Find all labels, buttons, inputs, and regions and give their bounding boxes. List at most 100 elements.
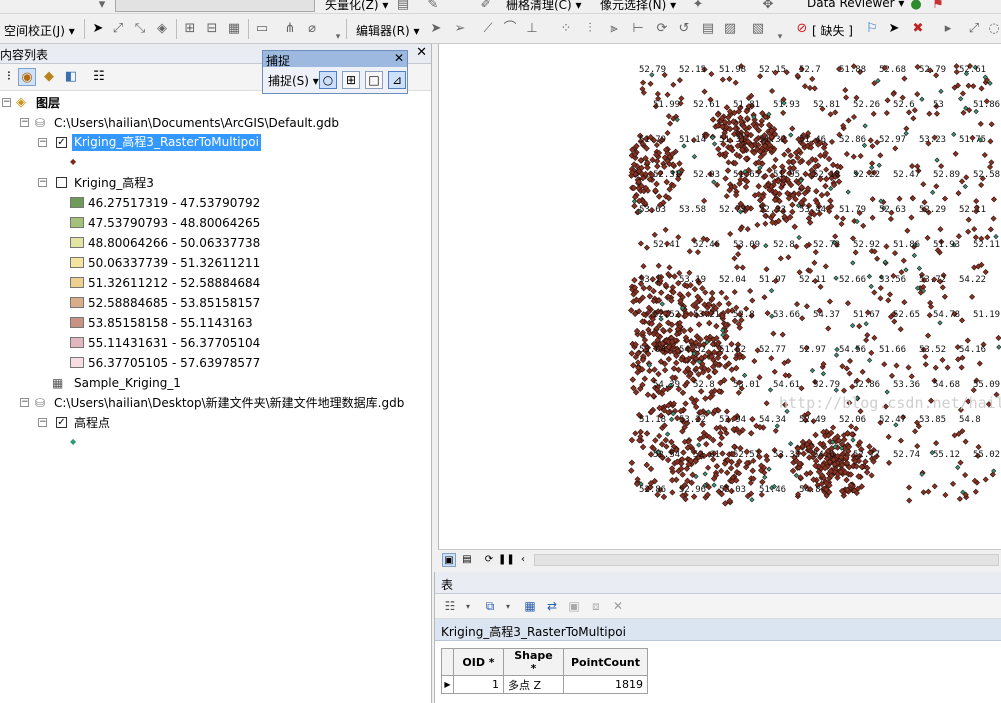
data-reviewer-menu[interactable]: Data Reviewer ▾ [807,0,904,10]
legend-class[interactable]: 50.06337739 - 51.32611211 [0,253,430,273]
copy-records-icon[interactable]: ⧈ [587,598,605,615]
table-icon[interactable]: ⊟ [204,21,220,37]
multi-link-icon[interactable]: ⤡ [132,21,148,37]
legend-class[interactable]: 56.37705105 - 57.63978577 [0,353,430,373]
pencil-icon[interactable]: ✎ [425,0,441,13]
legend-swatch[interactable] [70,197,84,208]
globe-icon[interactable]: ● [908,0,924,13]
attributes-icon[interactable]: ▤ [700,21,716,37]
straight-segment-icon[interactable]: ⟋ [480,21,496,37]
collapse-icon[interactable]: − [20,118,29,127]
layer-combo[interactable] [115,0,315,12]
layer-label[interactable]: 高程点 [74,413,110,433]
toolbar-overflow-icon[interactable]: ▾ [772,29,788,45]
legend-swatch[interactable] [70,277,84,288]
related-tables-icon[interactable]: ⧉ [481,598,499,615]
prohibited-icon[interactable]: ⊘ [794,21,810,37]
collapse-icon[interactable]: − [20,398,29,407]
snapping-menu[interactable]: 捕捉(S) ▾ [268,72,319,89]
gdb-desktop[interactable]: − ⛁ C:\Users\hailian\Desktop\新建文件夹\新建文件地… [0,393,430,413]
collapse-icon[interactable]: − [38,178,47,187]
layer-elevation-points[interactable]: − ✓ 高程点 [0,413,430,433]
undo-icon[interactable]: ↺ [676,21,692,37]
legend-swatch[interactable] [70,217,84,228]
legend-swatch[interactable] [70,257,84,268]
new-link-icon[interactable]: ⤢ [110,21,126,37]
gdb-default[interactable]: − ⛁ C:\Users\hailian\Documents\ArcGIS\De… [0,113,430,133]
collapse-icon[interactable]: − [38,418,47,427]
flag-icon[interactable]: ⚑ [930,0,946,13]
list-by-selection-icon[interactable]: ◧ [62,68,80,86]
map-horizontal-scrollbar[interactable] [534,554,999,566]
link-table-icon[interactable]: ▦ [226,21,242,37]
data-view-icon[interactable]: ▣ [442,553,456,567]
options-icon[interactable]: ☷ [90,68,108,86]
next-icon[interactable]: ▸ [940,21,956,37]
edge-match-icon[interactable]: ⋔ [282,21,298,37]
legend-class[interactable]: 52.58884685 - 53.85158157 [0,293,430,313]
list-by-drawing-order-icon[interactable]: ⁝ [0,68,18,86]
layer-label[interactable]: Kriging_高程3 [74,173,154,193]
attribute-transfer-icon[interactable]: ▭ [254,21,270,37]
refresh-icon[interactable]: ⟳ [482,553,496,567]
switch-selection-icon[interactable]: ⇄ [543,598,561,615]
close-icon[interactable]: ✕ [416,45,427,60]
legend-class[interactable]: 48.80064266 - 50.06337738 [0,233,430,253]
sketch-properties-icon[interactable]: ▨ [722,21,738,37]
legend-class[interactable]: 47.53790793 - 48.80064265 [0,213,430,233]
layer-visibility-checkbox[interactable]: ✓ [56,417,67,428]
map-display[interactable]: 52.79 52.15 51.98 52.15 52.7 51.88 52.68 52.79 5… [438,44,1001,549]
select-features-icon[interactable]: ➤ [886,21,902,37]
legend-class[interactable]: 55.11431631 - 56.37705104 [0,333,430,353]
layer-raster[interactable]: − Kriging_高程3 [0,173,430,193]
limited-adjust-icon[interactable]: ⌀ [304,21,320,37]
table-tab[interactable]: Kriging_高程3_RasterToMultipoi [435,619,1001,641]
layer-icon[interactable]: ▤ [395,0,411,13]
toolbar-overflow-icon[interactable]: ▾ [330,29,346,45]
point-snapping-button[interactable]: ○ [319,71,337,89]
measure-icon[interactable]: ⤢ [966,21,982,37]
vertex-snapping-button[interactable]: □ [365,71,383,89]
rotate-icon[interactable]: ◈ [154,21,170,37]
table-sample-kriging[interactable]: ▦ Sample_Kriging_1 [0,373,430,393]
legend-class[interactable]: 51.32611212 - 52.58884684 [0,273,430,293]
snapping-titlebar[interactable]: 捕捉 ✕ [263,51,407,68]
table-options-icon[interactable]: ☷ [441,598,459,615]
cell-shape[interactable]: 多点 Z [503,675,564,694]
legend-swatch[interactable] [70,297,84,308]
edit-annotation-icon[interactable]: ➢ [452,21,468,37]
layer-visibility-checkbox[interactable]: ✓ [56,137,67,148]
grid-icon[interactable]: ⊞ [182,21,198,37]
clear-selection-icon[interactable]: ▣ [565,598,583,615]
pan-icon[interactable]: ✥ [760,0,776,13]
legend-class[interactable]: 53.85158158 - 55.1143163 [0,313,430,333]
legend-swatch[interactable] [70,357,84,368]
legend-swatch[interactable] [70,337,84,348]
delete-records-icon[interactable]: ✕ [609,598,627,615]
edit-tool-icon[interactable]: ➤ [428,21,444,37]
row-selector-header[interactable] [441,648,454,676]
map-canvas[interactable]: 52.79 52.15 51.98 52.15 52.7 51.88 52.68 52.79 5… [439,44,1001,549]
legend-swatch[interactable] [70,317,84,328]
layout-view-icon[interactable]: ▤ [460,553,474,567]
construction-tools-icon[interactable]: ⊥ [524,21,540,37]
collapse-icon[interactable]: − [38,138,47,147]
table-row[interactable]: ▶ 1 多点 Z 1819 [441,675,648,694]
magic-wand-icon[interactable]: ✦ [690,0,706,13]
dropdown-arrow-icon[interactable]: ▾ [499,598,517,615]
row-selector[interactable]: ▶ [441,675,454,694]
cell-selection-menu[interactable]: 像元选择(N) ▾ [600,0,676,13]
layers-root[interactable]: − ◈ 图层 [0,93,120,113]
points-symbol[interactable]: ◆ [70,432,90,452]
raster-cleanup-menu[interactable]: 栅格清理(C) ▾ [506,0,582,13]
column-header-pointcount[interactable]: PointCount [563,648,648,676]
list-by-source-icon[interactable]: ◉ [18,68,36,86]
layer-label[interactable]: Kriging_高程3_RasterToMultipoi [72,134,261,151]
column-header-oid[interactable]: OID * [453,648,504,676]
cell-pointcount[interactable]: 1819 [563,675,648,694]
vectorize-menu[interactable]: 矢量化(Z) ▾ [325,0,388,13]
find-icon[interactable]: ◌ [986,21,1001,37]
layer-visibility-checkbox[interactable] [56,177,67,188]
split-icon[interactable]: ⫶ [582,21,598,37]
editor-menu[interactable]: 编辑器(R) ▾ [356,22,420,39]
